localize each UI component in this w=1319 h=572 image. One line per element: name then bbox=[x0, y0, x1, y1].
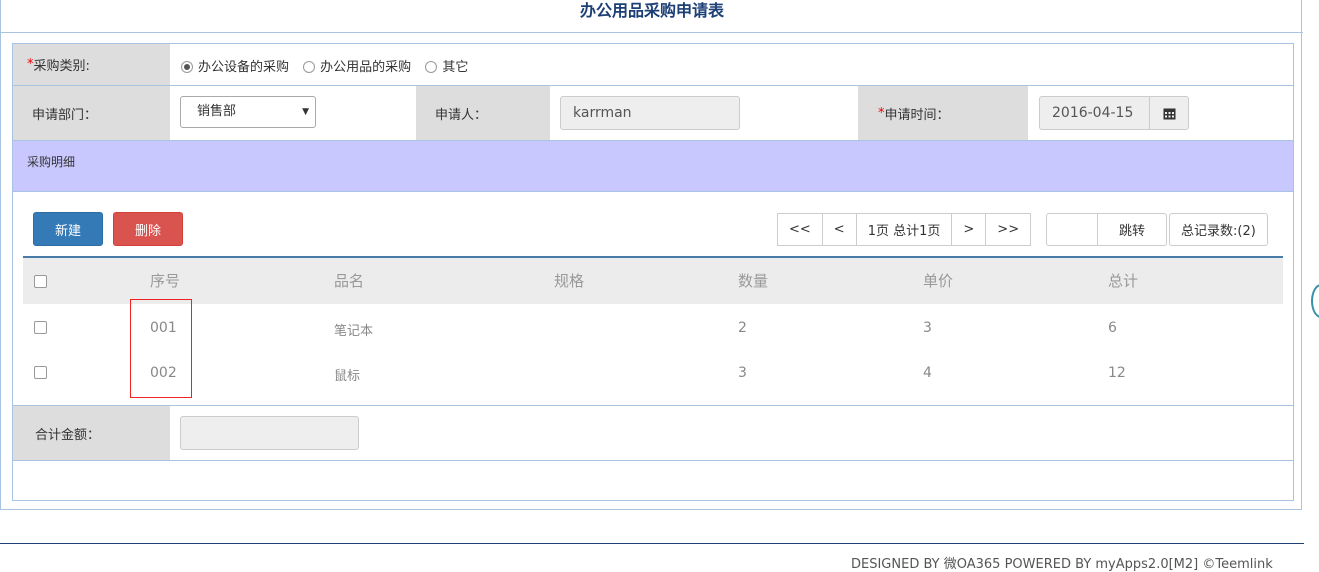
info-row: 申请部门： 销售部 ▼ 申请人： karrman * 申请时间： 2016-04-… bbox=[13, 86, 1293, 141]
date-field[interactable]: 2016-04-15 bbox=[1039, 96, 1150, 130]
category-label: * 采购类别: bbox=[13, 44, 170, 85]
col-name: 品名 bbox=[334, 272, 365, 290]
jump-button[interactable]: 跳转 bbox=[1097, 213, 1167, 246]
detail-section-header: 采购明细 bbox=[13, 141, 1293, 192]
page-title: 办公用品采购申请表 bbox=[579, 1, 724, 20]
page-number-input[interactable] bbox=[1046, 213, 1098, 246]
row-checkbox[interactable] bbox=[34, 366, 47, 379]
col-qty: 数量 bbox=[738, 272, 769, 290]
select-all-checkbox[interactable] bbox=[34, 275, 47, 288]
delete-button[interactable]: 删除 bbox=[113, 212, 183, 246]
cell-name: 笔记本 bbox=[334, 324, 374, 339]
side-widget-icon[interactable] bbox=[1311, 284, 1319, 318]
applicant-field[interactable]: karrman bbox=[560, 96, 740, 130]
col-no: 序号 bbox=[150, 272, 181, 290]
sum-label: 合计金额： bbox=[13, 406, 170, 460]
radio-icon[interactable] bbox=[425, 60, 438, 73]
highlight-box bbox=[130, 299, 192, 398]
cell-total: 6 bbox=[1108, 320, 1117, 336]
pagination: << < 1页 总计1页 > >> bbox=[777, 213, 1032, 246]
cell-price: 3 bbox=[923, 320, 932, 336]
jump-group: 跳转 bbox=[1046, 213, 1167, 246]
total-records: 总记录数:(2) bbox=[1169, 213, 1268, 246]
prev-page-button[interactable]: < bbox=[821, 213, 857, 246]
calendar-button[interactable] bbox=[1149, 96, 1189, 130]
cell-total: 12 bbox=[1108, 365, 1126, 381]
form-panel: 办公用品采购申请表 * 采购类别: 办公设备的采购 办公用品的采购 其它 申请部门… bbox=[0, 0, 1303, 510]
form-table: * 采购类别: 办公设备的采购 办公用品的采购 其它 申请部门： 销售部 ▼ 申请… bbox=[12, 43, 1294, 501]
cell-qty: 2 bbox=[738, 320, 747, 336]
date-label: * 申请时间： bbox=[858, 86, 1028, 140]
first-page-button[interactable]: << bbox=[777, 213, 823, 246]
new-button[interactable]: 新建 bbox=[33, 212, 103, 246]
dept-select[interactable]: 销售部 ▼ bbox=[180, 96, 316, 128]
radio-selected-icon[interactable] bbox=[181, 60, 193, 73]
cell-name: 鼠标 bbox=[334, 369, 361, 384]
sum-row: 合计金额： bbox=[13, 405, 1293, 461]
chevron-down-icon: ▼ bbox=[302, 107, 309, 117]
cell-price: 4 bbox=[923, 365, 932, 381]
radio-option-supplies[interactable]: 办公用品的采购 bbox=[303, 60, 411, 75]
page-info: 1页 总计1页 bbox=[855, 213, 953, 246]
col-price: 单价 bbox=[923, 272, 954, 290]
radio-icon[interactable] bbox=[303, 60, 316, 73]
footer-credit: DESIGNED BY 微OA365 POWERED BY myApps2.0[… bbox=[851, 557, 1273, 572]
next-page-button[interactable]: > bbox=[951, 213, 987, 246]
radio-option-equipment[interactable]: 办公设备的采购 bbox=[181, 60, 289, 75]
last-page-button[interactable]: >> bbox=[985, 213, 1032, 246]
row-checkbox[interactable] bbox=[34, 321, 47, 334]
category-options: 办公设备的采购 办公用品的采购 其它 bbox=[181, 56, 478, 75]
title-divider bbox=[1, 32, 1303, 33]
col-spec: 规格 bbox=[554, 272, 585, 290]
footer-divider bbox=[0, 543, 1304, 544]
sum-field[interactable] bbox=[180, 416, 359, 450]
applicant-label: 申请人： bbox=[416, 86, 550, 140]
table-header: 序号 品名 规格 数量 单价 总计 bbox=[23, 258, 1283, 304]
calendar-icon bbox=[1163, 108, 1175, 119]
col-total: 总计 bbox=[1108, 272, 1139, 290]
dept-label: 申请部门： bbox=[13, 86, 170, 140]
cell-qty: 3 bbox=[738, 365, 747, 381]
category-row: * 采购类别: 办公设备的采购 办公用品的采购 其它 bbox=[13, 44, 1293, 86]
radio-option-other[interactable]: 其它 bbox=[425, 60, 468, 75]
